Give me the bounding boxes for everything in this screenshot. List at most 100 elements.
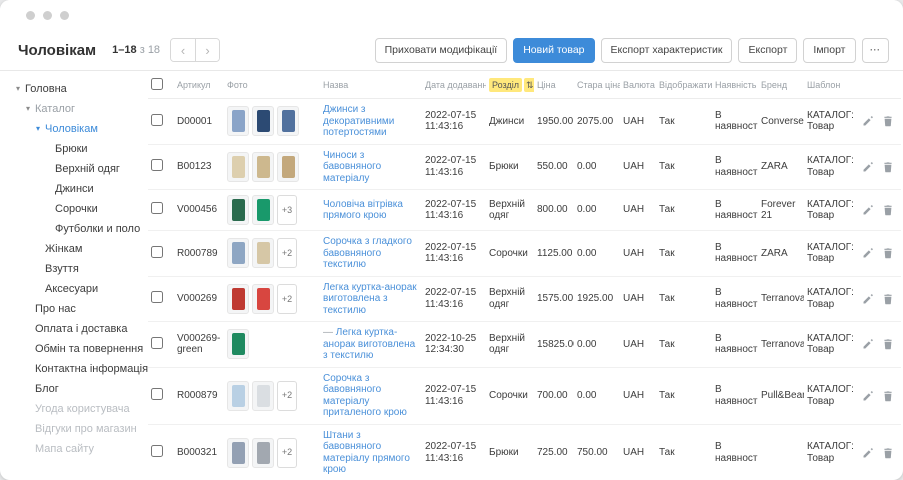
sidebar-item[interactable]: Аксесуари [8,279,148,299]
column-header-date[interactable]: Дата додавання [422,71,486,99]
column-header-template[interactable]: Шаблон [804,71,856,99]
product-name-link[interactable]: Чиноси з бавовняного матеріалу [323,150,381,184]
product-name-link[interactable]: Легка куртка-анорак виготовлена з тексти… [323,282,417,316]
product-thumbnail[interactable] [277,106,299,136]
sidebar-item[interactable]: ▾Чоловікам [8,119,148,139]
product-thumbnail[interactable] [252,106,274,136]
product-name-link[interactable]: Легка куртка-анорак виготовлена з тексти… [323,327,415,361]
column-header-brand[interactable]: Бренд [758,71,804,99]
edit-icon[interactable] [862,247,874,259]
column-header-sku[interactable]: Артикул [174,71,224,99]
product-thumbnail[interactable] [227,238,249,268]
product-thumbnail[interactable] [227,152,249,182]
product-thumbnail[interactable] [252,152,274,182]
delete-icon[interactable] [882,390,894,402]
delete-icon[interactable] [882,338,894,350]
row-checkbox[interactable] [151,246,163,258]
column-header-currency[interactable]: Валюта [620,71,656,99]
sidebar-item[interactable]: Футболки и поло [8,219,148,239]
row-checkbox[interactable] [151,202,163,214]
row-checkbox[interactable] [151,337,163,349]
sidebar-item[interactable]: Контактна інформація [8,359,148,379]
import-button[interactable]: Імпорт [803,38,855,63]
sidebar-item[interactable]: Брюки [8,139,148,159]
edit-icon[interactable] [862,390,874,402]
delete-icon[interactable] [882,293,894,305]
window-close-button[interactable] [26,11,35,20]
product-thumbnail[interactable] [277,152,299,182]
sidebar-item[interactable]: ▾Каталог [8,99,148,119]
new-product-button[interactable]: Новий товар [513,38,594,63]
delete-icon[interactable] [882,161,894,173]
delete-icon[interactable] [882,447,894,459]
sidebar-item[interactable]: Оплата і доставка [8,319,148,339]
product-name-link[interactable]: Сорочка з гладкого бавовняного текстилю [323,236,412,270]
row-checkbox[interactable] [151,159,163,171]
product-thumbnail[interactable] [252,438,274,468]
product-name-link[interactable]: Штани з бавовняного матеріалу прямого кр… [323,430,410,476]
edit-icon[interactable] [862,161,874,173]
sidebar-item[interactable]: Мапа сайту [8,439,148,459]
column-header-availability[interactable]: Наявність [712,71,758,99]
edit-icon[interactable] [862,447,874,459]
more-photos-badge[interactable]: +2 [277,438,297,468]
product-name-link[interactable]: Сорочка з бавовняного матеріалу притален… [323,373,407,419]
product-thumbnail[interactable] [252,238,274,268]
sort-direction-icon[interactable]: ⇅ [524,78,534,92]
caret-down-icon[interactable]: ▾ [26,103,35,115]
window-minimize-button[interactable] [43,11,52,20]
sidebar-item[interactable]: Сорочки [8,199,148,219]
column-header-name[interactable]: Назва [320,71,422,99]
column-header-section[interactable]: Розділ⇅ [486,71,534,99]
pagination-prev-button[interactable]: ‹ [171,39,195,61]
hide-modifications-button[interactable]: Приховати модифікації [375,38,508,63]
more-photos-badge[interactable]: +2 [277,238,297,268]
row-checkbox[interactable] [151,445,163,457]
sidebar-item[interactable]: Джинси [8,179,148,199]
row-checkbox[interactable] [151,114,163,126]
sidebar-item[interactable]: Відгуки про магазин [8,419,148,439]
pagination-next-button[interactable]: › [195,39,219,61]
product-thumbnail[interactable] [227,195,249,225]
caret-down-icon[interactable]: ▾ [36,123,45,135]
more-photos-badge[interactable]: +2 [277,284,297,314]
more-photos-badge[interactable]: +3 [277,195,297,225]
edit-icon[interactable] [862,204,874,216]
sidebar-item[interactable]: Про нас [8,299,148,319]
sidebar-item[interactable]: Обмін та повернення [8,339,148,359]
edit-icon[interactable] [862,293,874,305]
column-header-display[interactable]: Відображати [656,71,712,99]
sidebar-item[interactable]: ▾Головна [8,79,148,99]
product-thumbnail[interactable] [252,381,274,411]
product-thumbnail[interactable] [227,381,249,411]
column-header-price[interactable]: Ціна [534,71,574,99]
caret-down-icon[interactable]: ▾ [16,83,25,95]
more-photos-badge[interactable]: +2 [277,381,297,411]
sidebar-item[interactable]: Взуття [8,259,148,279]
sidebar-item[interactable]: Блог [8,379,148,399]
delete-icon[interactable] [882,115,894,127]
row-checkbox[interactable] [151,291,163,303]
delete-icon[interactable] [882,204,894,216]
sidebar-item[interactable]: Угода користувача [8,399,148,419]
window-maximize-button[interactable] [60,11,69,20]
edit-icon[interactable] [862,338,874,350]
export-button[interactable]: Експорт [738,38,797,63]
product-thumbnail[interactable] [227,284,249,314]
sidebar-item[interactable]: Жінкам [8,239,148,259]
export-characteristics-button[interactable]: Експорт характеристик [601,38,733,63]
more-actions-button[interactable]: ⋯ [862,38,890,63]
product-thumbnail[interactable] [227,438,249,468]
select-all-checkbox[interactable] [151,78,163,90]
row-checkbox[interactable] [151,388,163,400]
sidebar-item[interactable]: Верхній одяг [8,159,148,179]
delete-icon[interactable] [882,247,894,259]
column-header-old_price[interactable]: Стара ціна [574,71,620,99]
product-thumbnail[interactable] [252,195,274,225]
product-name-link[interactable]: Чоловіча вітрівка прямого крою [323,199,403,222]
edit-icon[interactable] [862,115,874,127]
column-header-photo[interactable]: Фото [224,71,320,99]
product-name-link[interactable]: Джинси з декоративними потертостями [323,104,394,138]
product-thumbnail[interactable] [252,284,274,314]
product-thumbnail[interactable] [227,329,249,359]
